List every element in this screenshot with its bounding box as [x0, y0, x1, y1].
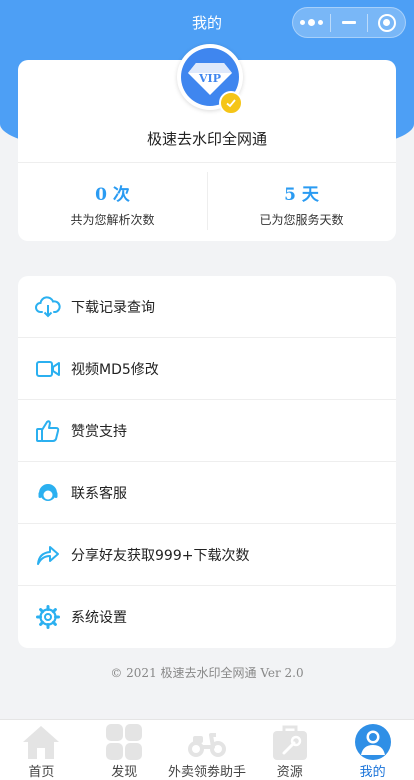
thumbs-up-icon — [34, 417, 62, 445]
scooter-icon — [186, 722, 228, 761]
stat-label: 已为您服务天数 — [259, 213, 344, 227]
menu-item-label: 系统设置 — [71, 610, 127, 626]
grid-icon — [103, 722, 145, 761]
cloud-download-icon — [34, 293, 62, 321]
more-button[interactable] — [293, 8, 330, 37]
stat-label: 共为您解析次数 — [70, 213, 155, 227]
tab-discover[interactable]: 发现 — [83, 720, 166, 780]
menu-item-donate[interactable]: 赞赏支持 — [18, 400, 396, 462]
tab-takeout-coupon[interactable]: 外卖领劵助手 — [166, 720, 249, 780]
menu-item-label: 下载记录查询 — [71, 299, 155, 316]
menu-list: 下载记录查询 视频MD5修改 赞赏支持 联系客服 分享好友获取999+下载次数 — [18, 276, 396, 648]
tab-label: 发现 — [111, 765, 138, 780]
menu-item-md5-modify[interactable]: 视频MD5修改 — [18, 338, 396, 400]
username: 极速去水印全网通 — [146, 130, 267, 148]
tab-label: 首页 — [28, 765, 55, 780]
tab-label: 我的 — [359, 765, 386, 780]
toolbox-icon — [269, 722, 311, 761]
stat-value: 0 次 — [95, 185, 130, 205]
home-icon — [20, 722, 62, 761]
vip-badge-text: VIP — [198, 72, 221, 85]
more-dots-icon — [299, 19, 323, 26]
menu-item-label: 联系客服 — [71, 485, 127, 502]
close-button[interactable] — [368, 8, 405, 37]
navbar: 我的 — [0, 0, 414, 44]
target-close-icon — [377, 13, 396, 32]
tab-resources[interactable]: 资源 — [248, 720, 331, 780]
share-icon — [34, 541, 62, 569]
profile-card: VIP 极速去水印全网通 0 次 共为您解析次数 5 天 已为您服务天数 — [18, 44, 396, 241]
gear-icon — [34, 603, 62, 631]
menu-item-share[interactable]: 分享好友获取999+下载次数 — [18, 524, 396, 586]
copyright-text: © 2021 极速去水印全网通 Ver 2.0 — [110, 666, 304, 680]
stat-parse-count: 0 次 共为您解析次数 — [18, 162, 207, 241]
customer-service-icon — [34, 479, 62, 507]
user-icon — [352, 722, 394, 761]
stat-value: 5 天 — [284, 185, 319, 205]
tab-label: 外卖领劵助手 — [167, 765, 246, 780]
menu-item-customer-service[interactable]: 联系客服 — [18, 462, 396, 524]
video-camera-icon — [34, 355, 62, 383]
menu-item-label: 赞赏支持 — [71, 423, 127, 440]
minimize-icon — [342, 21, 356, 24]
stat-service-days: 5 天 已为您服务天数 — [207, 162, 396, 241]
menu-item-settings[interactable]: 系统设置 — [18, 586, 396, 648]
mini-program-capsule — [292, 7, 406, 38]
minimize-button[interactable] — [331, 8, 368, 37]
tab-bar: 首页 发现 外卖领劵助手 资源 我的 — [0, 719, 414, 780]
tab-home[interactable]: 首页 — [0, 720, 83, 780]
menu-item-download-history[interactable]: 下载记录查询 — [18, 276, 396, 338]
tab-label: 资源 — [276, 765, 303, 780]
tab-mine[interactable]: 我的 — [331, 720, 414, 780]
menu-item-label: 分享好友获取999+下载次数 — [71, 547, 250, 564]
verified-check-icon — [219, 91, 243, 115]
menu-item-label: 视频MD5修改 — [71, 361, 159, 378]
